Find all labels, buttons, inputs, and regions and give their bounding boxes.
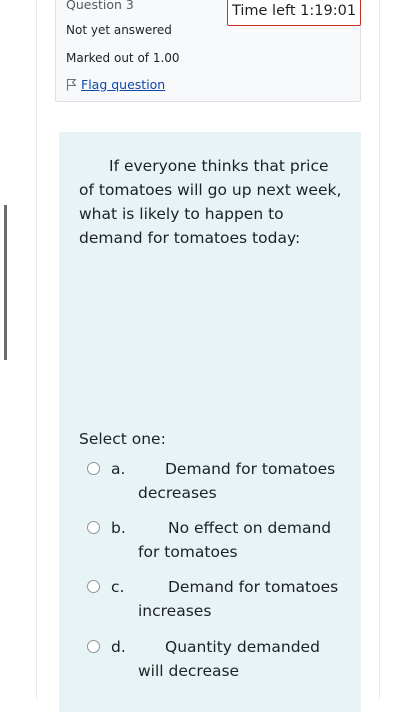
timer-label: Time left 1:19:01 [231,3,357,19]
page-edge-left [36,0,37,700]
answer-prompt: Select one: [79,430,166,448]
flag-icon [66,78,77,91]
question-state: Not yet answered [66,23,172,37]
flag-question-label[interactable]: Flag question [81,77,165,92]
question-text: If everyone thinks that price of tomatoe… [79,157,342,247]
question-grade: Marked out of 1.00 [66,51,180,65]
option-text-d[interactable]: Quantity demanded will decrease [138,635,345,683]
scroll-indicator [4,205,7,360]
question-title: Question 3 [66,0,134,12]
flag-question-link[interactable]: Flag question [66,77,165,92]
radio-c[interactable] [87,580,100,593]
option-letter-a: a. [111,460,126,478]
radio-b[interactable] [87,521,100,534]
radio-d[interactable] [87,640,100,653]
option-letter-c: c. [111,578,125,596]
option-letter-b: b. [111,519,126,537]
option-letter-d: d. [111,638,126,656]
option-text-a[interactable]: Demand for tomatoes decreases [138,457,345,505]
quiz-timer: Time left 1:19:01 [227,0,361,26]
option-text-b[interactable]: No effect on demand for tomatoes [138,516,345,564]
option-text-c[interactable]: Demand for tomatoes increases [138,575,345,623]
question-formulation: If everyone thinks that price of tomatoe… [59,132,361,712]
page-edge-right [379,0,380,700]
radio-a[interactable] [87,462,100,475]
